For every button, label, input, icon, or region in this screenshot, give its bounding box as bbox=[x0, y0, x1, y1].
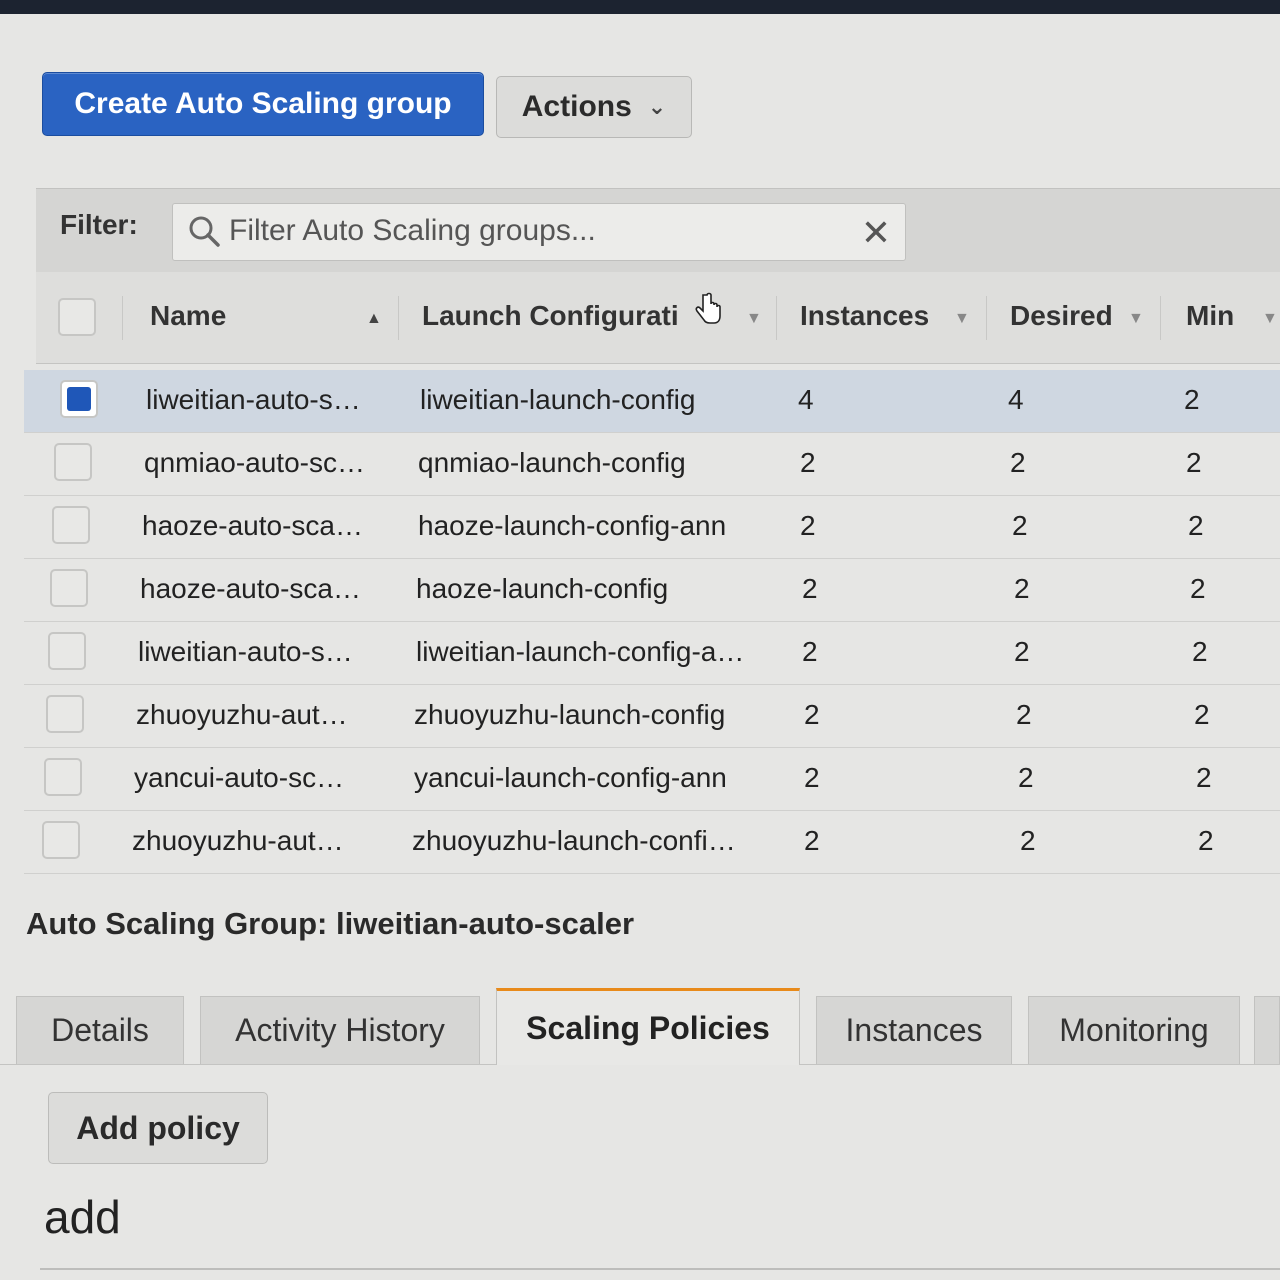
table-row[interactable]: liweitian-auto-s… liweitian-launch-confi… bbox=[24, 370, 1280, 433]
sort-descending-icon[interactable]: ▼ bbox=[746, 310, 762, 328]
add-policy-button[interactable]: Add policy bbox=[48, 1092, 268, 1164]
tab-instances[interactable]: Instances bbox=[816, 996, 1012, 1064]
column-divider bbox=[122, 296, 123, 340]
chevron-down-icon: ⌄ bbox=[647, 94, 667, 119]
cell-name: haoze-auto-sca… bbox=[140, 573, 362, 604]
cell-launch-config: liweitian-launch-config bbox=[420, 384, 696, 415]
cell-name: zhuoyuzhu-aut… bbox=[132, 825, 344, 856]
filter-placeholder: Filter Auto Scaling groups... bbox=[229, 214, 596, 247]
cell-launch-config: yancui-launch-config-ann bbox=[414, 762, 727, 793]
filter-search-input[interactable]: Filter Auto Scaling groups... ✕ bbox=[172, 203, 906, 261]
cell-instances: 2 bbox=[804, 699, 820, 730]
close-icon[interactable]: ✕ bbox=[861, 212, 891, 254]
search-icon bbox=[189, 216, 220, 247]
cell-launch-config: qnmiao-launch-config bbox=[418, 447, 686, 478]
sort-ascending-icon[interactable]: ▲ bbox=[366, 310, 382, 328]
cell-launch-config: zhuoyuzhu-launch-confi… bbox=[412, 825, 736, 856]
sort-descending-icon[interactable]: ▼ bbox=[1262, 310, 1278, 328]
tab-scaling-policies[interactable]: Scaling Policies bbox=[496, 988, 800, 1065]
column-header-name[interactable]: Name bbox=[150, 300, 226, 332]
cell-desired: 4 bbox=[1008, 384, 1024, 415]
cell-min: 2 bbox=[1198, 825, 1214, 856]
actions-dropdown-button[interactable]: Actions ⌄ bbox=[496, 76, 692, 138]
select-all-checkbox[interactable] bbox=[58, 298, 96, 336]
table-row[interactable]: liweitian-auto-s… liweitian-launch-confi… bbox=[24, 622, 1280, 685]
cell-instances: 2 bbox=[802, 636, 818, 667]
tab-activity-history[interactable]: Activity History bbox=[200, 996, 480, 1064]
column-divider bbox=[398, 296, 399, 340]
sort-descending-icon[interactable]: ▼ bbox=[1128, 310, 1144, 328]
cell-desired: 2 bbox=[1014, 573, 1030, 604]
row-checkbox[interactable] bbox=[60, 380, 98, 418]
tab-overflow[interactable] bbox=[1254, 996, 1280, 1064]
cell-instances: 2 bbox=[804, 762, 820, 793]
table-row[interactable]: zhuoyuzhu-aut… zhuoyuzhu-launch-config 2… bbox=[24, 685, 1280, 748]
input-underline bbox=[40, 1268, 1280, 1270]
column-header-instances[interactable]: Instances bbox=[800, 300, 929, 332]
cell-instances: 2 bbox=[804, 825, 820, 856]
cell-instances: 2 bbox=[800, 447, 816, 478]
cell-min: 2 bbox=[1188, 510, 1204, 541]
cell-name: haoze-auto-sca… bbox=[142, 510, 364, 541]
row-checkbox[interactable] bbox=[54, 443, 92, 481]
cell-min: 2 bbox=[1190, 573, 1206, 604]
row-checkbox[interactable] bbox=[48, 632, 86, 670]
cell-launch-config: zhuoyuzhu-launch-config bbox=[414, 699, 726, 730]
policy-text-input[interactable]: add bbox=[44, 1190, 121, 1244]
actions-label: Actions bbox=[521, 90, 632, 123]
table-row[interactable]: haoze-auto-sca… haoze-launch-config 2 2 … bbox=[24, 559, 1280, 622]
cell-launch-config: haoze-launch-config bbox=[416, 573, 669, 604]
row-checkbox[interactable] bbox=[44, 758, 82, 796]
top-dark-bar bbox=[0, 0, 1280, 14]
cell-instances: 2 bbox=[800, 510, 816, 541]
cell-min: 2 bbox=[1194, 699, 1210, 730]
cell-launch-config: haoze-launch-config-ann bbox=[418, 510, 727, 541]
cell-name: liweitian-auto-s… bbox=[138, 636, 353, 667]
cell-name: yancui-auto-sc… bbox=[134, 762, 345, 793]
filter-bar: Filter: Filter Auto Scaling groups... ✕ bbox=[36, 188, 1280, 272]
cell-desired: 2 bbox=[1016, 699, 1032, 730]
cell-name: zhuoyuzhu-aut… bbox=[136, 699, 348, 730]
column-divider bbox=[776, 296, 777, 340]
column-divider bbox=[1160, 296, 1161, 340]
row-checkbox[interactable] bbox=[46, 695, 84, 733]
auto-scaling-group-title: Auto Scaling Group: liweitian-auto-scale… bbox=[26, 906, 635, 941]
create-auto-scaling-group-button[interactable]: Create Auto Scaling group bbox=[42, 72, 484, 136]
cell-name: liweitian-auto-s… bbox=[146, 384, 361, 415]
column-header-desired[interactable]: Desired bbox=[1010, 300, 1113, 332]
filter-label: Filter: bbox=[60, 209, 138, 240]
tab-details[interactable]: Details bbox=[16, 996, 184, 1064]
column-divider bbox=[986, 296, 987, 340]
row-checkbox[interactable] bbox=[52, 506, 90, 544]
cell-name: qnmiao-auto-sc… bbox=[144, 447, 365, 478]
cell-min: 2 bbox=[1184, 384, 1200, 415]
tab-monitoring[interactable]: Monitoring bbox=[1028, 996, 1240, 1064]
cell-instances: 4 bbox=[798, 384, 814, 415]
cell-desired: 2 bbox=[1010, 447, 1026, 478]
column-header-launch-configuration[interactable]: Launch Configurati bbox=[422, 300, 679, 332]
table-row[interactable]: qnmiao-auto-sc… qnmiao-launch-config 2 2… bbox=[24, 433, 1280, 496]
cell-launch-config: liweitian-launch-config-a… bbox=[416, 636, 745, 667]
cell-min: 2 bbox=[1186, 447, 1202, 478]
cell-desired: 2 bbox=[1012, 510, 1028, 541]
column-header-min[interactable]: Min bbox=[1186, 300, 1234, 332]
sort-descending-icon[interactable]: ▼ bbox=[954, 310, 970, 328]
hand-pointer-icon bbox=[695, 292, 721, 324]
table-row[interactable]: zhuoyuzhu-aut… zhuoyuzhu-launch-confi… 2… bbox=[24, 811, 1280, 874]
cell-instances: 2 bbox=[802, 573, 818, 604]
cell-min: 2 bbox=[1196, 762, 1212, 793]
cell-desired: 2 bbox=[1014, 636, 1030, 667]
row-checkbox[interactable] bbox=[50, 569, 88, 607]
row-checkbox[interactable] bbox=[42, 821, 80, 859]
table-header: Name ▲ Launch Configurati ▼ Instances ▼ … bbox=[36, 272, 1280, 364]
cell-min: 2 bbox=[1192, 636, 1208, 667]
cell-desired: 2 bbox=[1020, 825, 1036, 856]
table-row[interactable]: haoze-auto-sca… haoze-launch-config-ann … bbox=[24, 496, 1280, 559]
table-row[interactable]: yancui-auto-sc… yancui-launch-config-ann… bbox=[24, 748, 1280, 811]
cell-desired: 2 bbox=[1018, 762, 1034, 793]
